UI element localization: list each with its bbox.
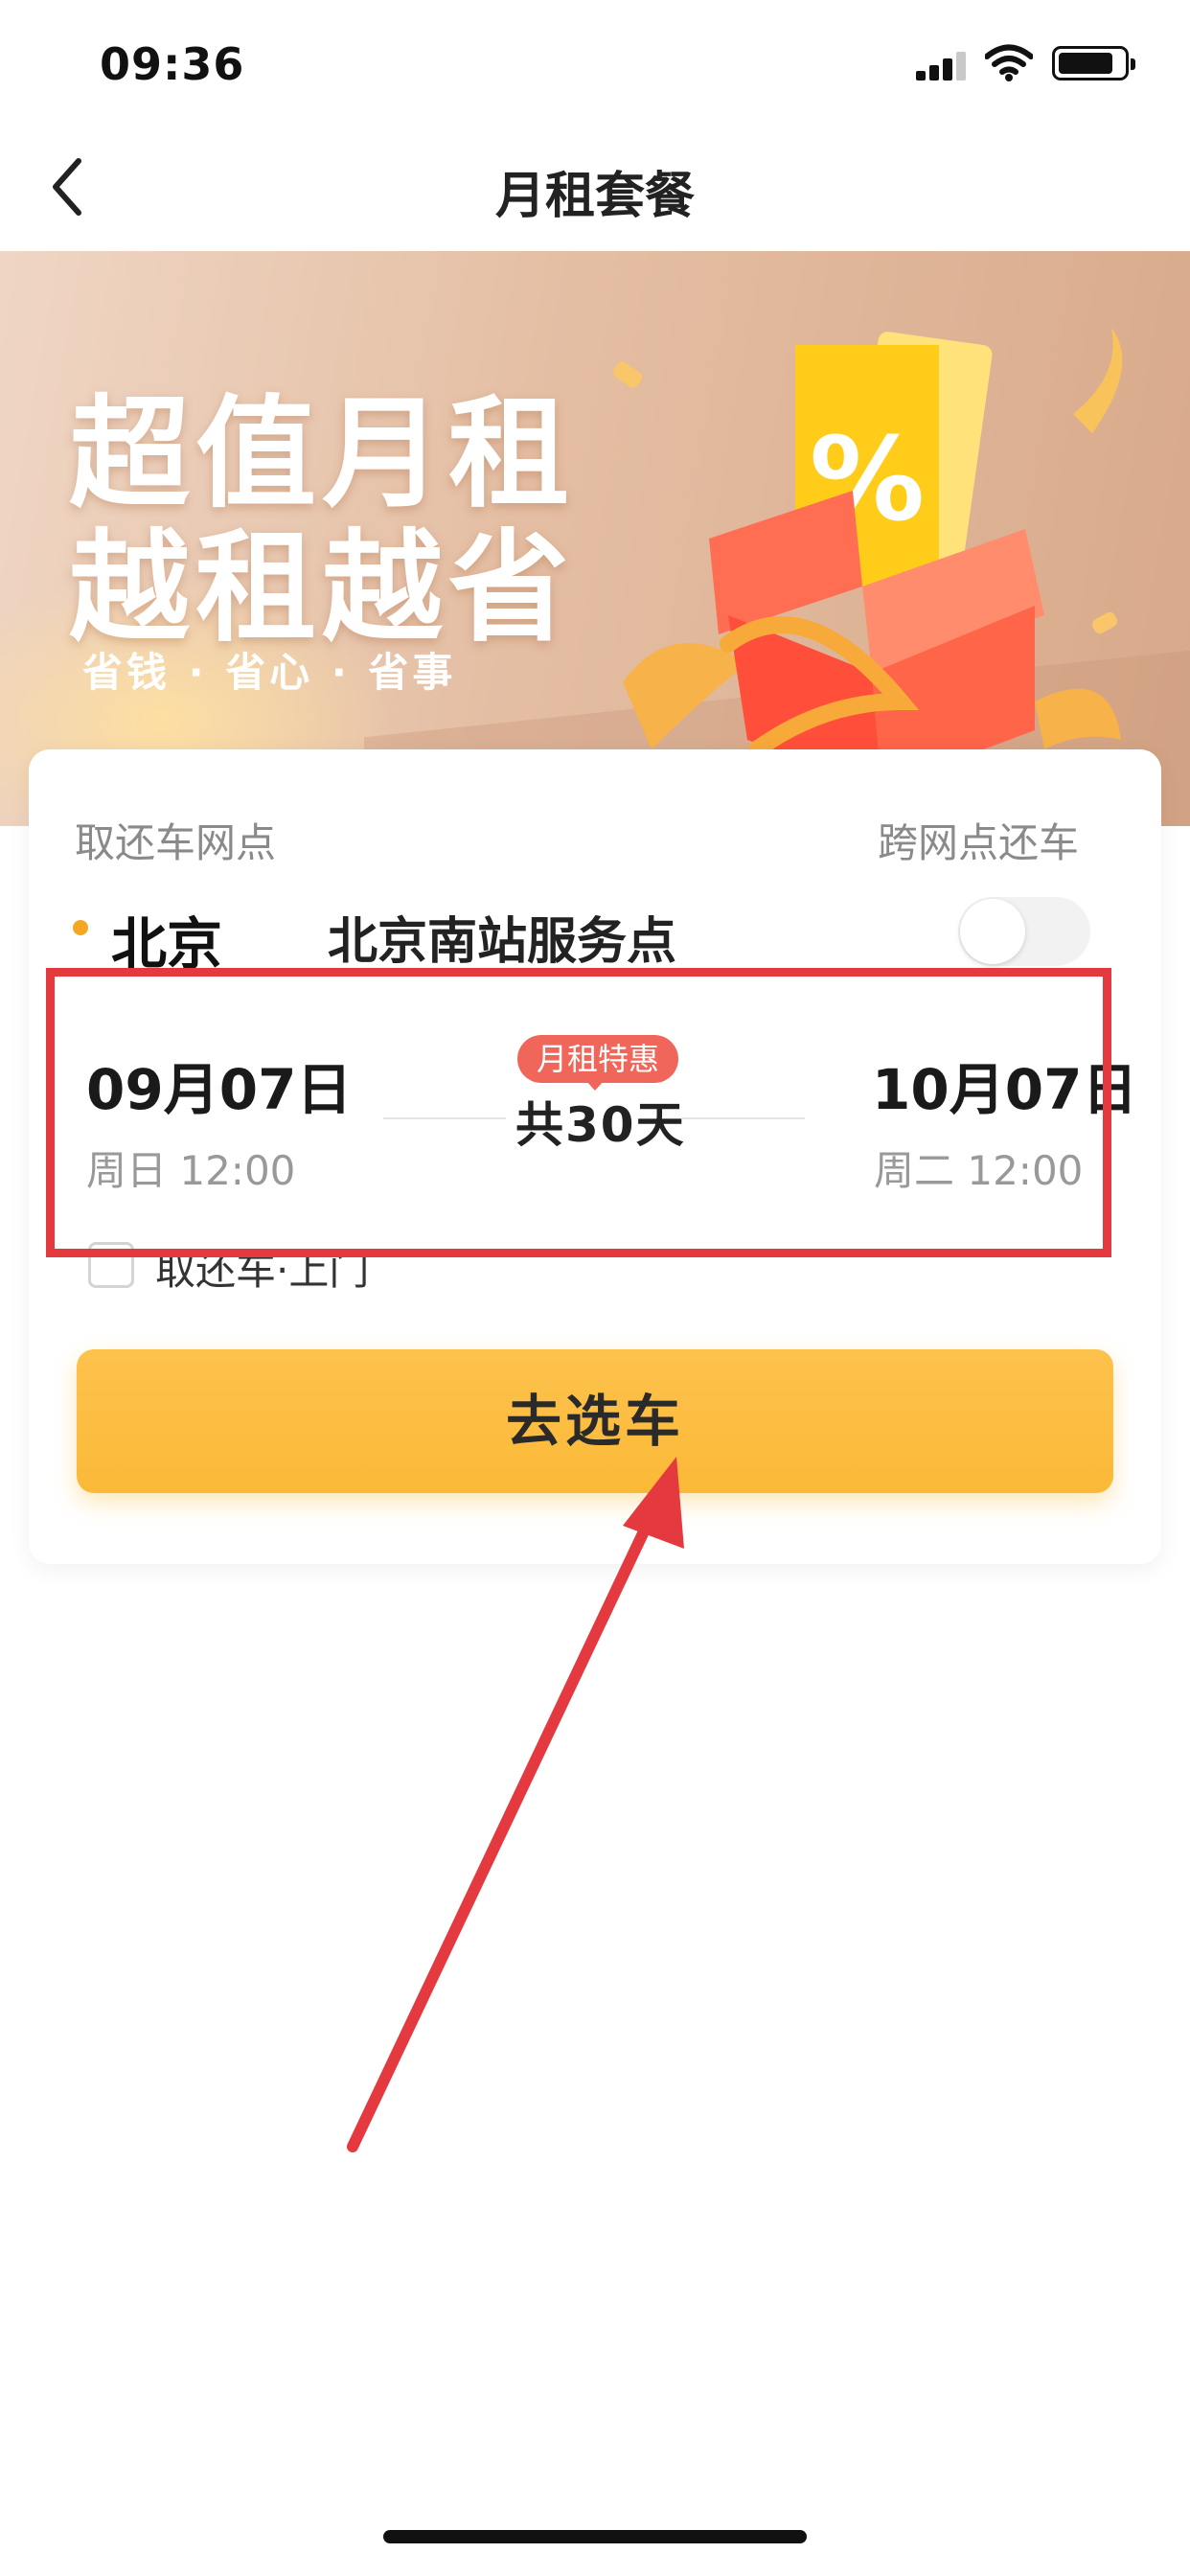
status-time: 09:36 — [100, 38, 245, 90]
banner-subtitle: 省钱 · 省心 · 省事 — [82, 649, 457, 696]
home-indicator — [383, 2530, 807, 2543]
wifi-icon — [985, 44, 1033, 81]
choose-car-button[interactable]: 去选车 — [77, 1349, 1113, 1493]
cross-station-toggle[interactable] — [958, 897, 1090, 966]
pickup-return-label: 取还车网点 — [75, 819, 277, 866]
annotation-highlight-box — [46, 968, 1111, 1257]
gift-box-illustration: % — [613, 328, 1123, 788]
toggle-knob — [960, 899, 1025, 964]
promo-banner: 超值月租 越租越省 省钱 · 省心 · 省事 % — [0, 251, 1190, 826]
location-dot — [73, 920, 88, 935]
page-title: 月租套餐 — [494, 168, 695, 225]
banner-headline-2: 越租越省 — [69, 518, 575, 658]
station-selector[interactable]: 北京南站服务点 — [328, 901, 676, 973]
cellular-signal-icon — [916, 52, 970, 80]
battery-icon — [1052, 46, 1135, 80]
cross-station-label: 跨网点还车 — [878, 819, 1080, 866]
